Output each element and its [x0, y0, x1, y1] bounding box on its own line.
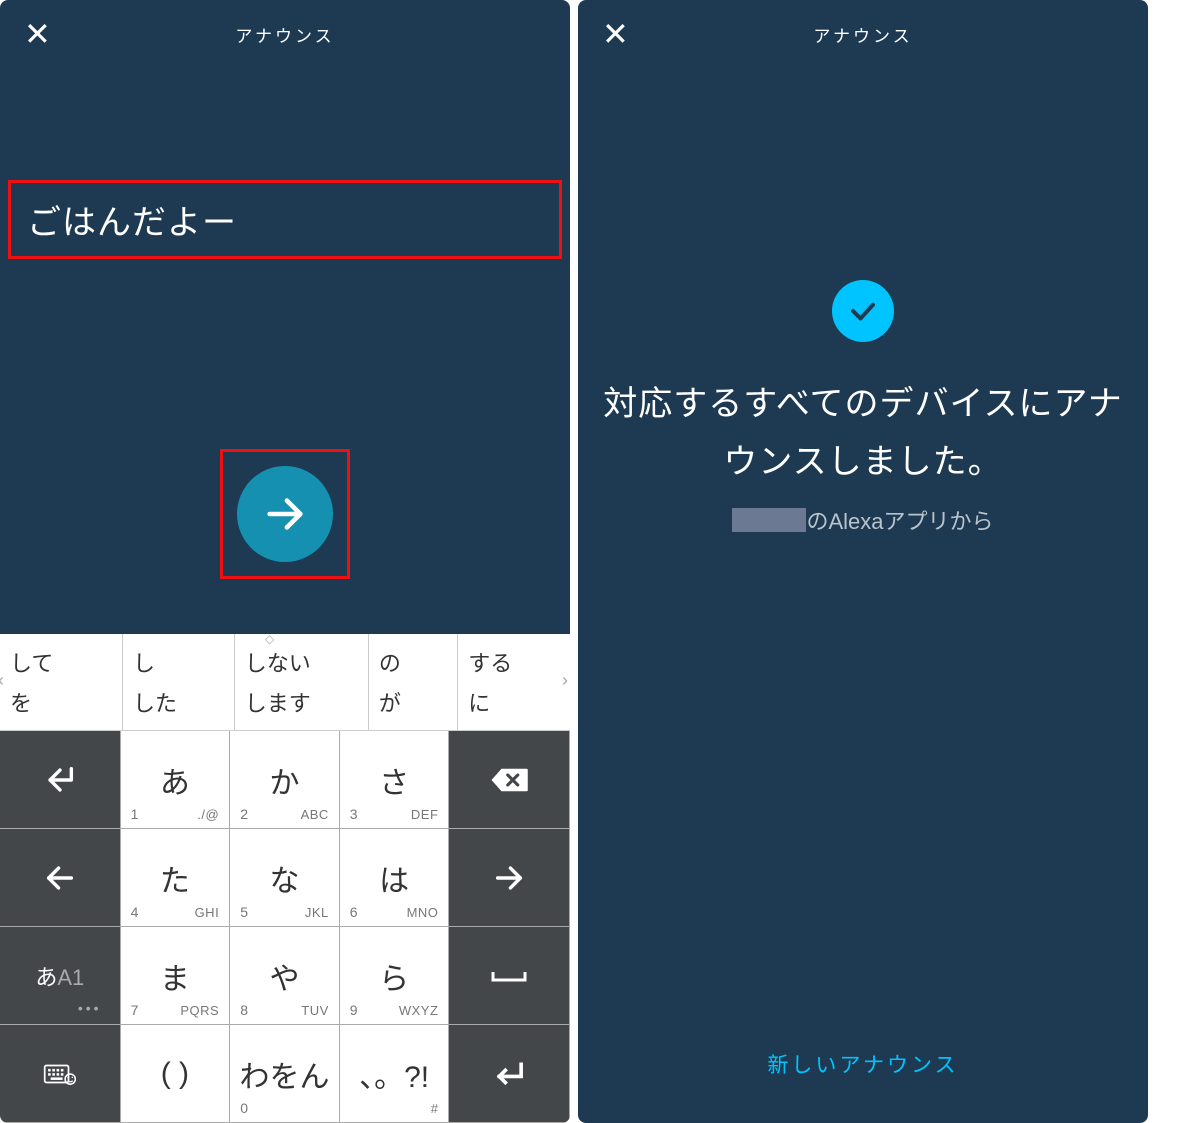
key-ma[interactable]: ま7PQRS [121, 927, 231, 1025]
undo-key[interactable] [0, 731, 121, 829]
confirmation-screen: ✕ アナウンス 対応するすべてのデバイスにアナウンスしました。 のAlexaアプ… [578, 0, 1148, 1123]
header-title: アナウンス [24, 22, 546, 47]
suggestion[interactable]: しないします [235, 634, 369, 730]
arrow-right-icon [492, 861, 526, 895]
announce-input-highlight: ごはんだよー [8, 180, 562, 259]
caret-icon: ◇ [265, 632, 274, 646]
key-wa[interactable]: わをん0 [230, 1025, 340, 1123]
header-title: アナウンス [602, 22, 1124, 47]
new-announce-link[interactable]: 新しいアナウンス [767, 1049, 958, 1079]
check-icon [848, 296, 878, 326]
keyboard-emoji-icon [43, 1057, 77, 1091]
key-na[interactable]: な5JKL [230, 829, 340, 927]
enter-icon [492, 1057, 526, 1091]
suggestion-bar: ◇ してを しした しないします のが するに [0, 634, 570, 731]
backspace-icon [488, 765, 530, 795]
close-button[interactable]: ✕ [602, 18, 638, 50]
key-ta[interactable]: た4GHI [121, 829, 231, 927]
header: ✕ アナウンス [578, 0, 1148, 60]
undo-icon [43, 763, 77, 797]
key-ka[interactable]: か2ABC [230, 731, 340, 829]
input-mode-key[interactable]: あA1••• [0, 927, 121, 1025]
keyboard: ◇ してを しした しないします のが するに あ1./@ か2ABC さ3DE… [0, 634, 570, 1123]
space-icon [489, 964, 529, 988]
backspace-key[interactable] [449, 731, 570, 829]
key-ra[interactable]: ら9WXYZ [340, 927, 450, 1025]
key-ha[interactable]: は6MNO [340, 829, 450, 927]
send-button-highlight [220, 449, 350, 579]
arrow-left-icon [43, 861, 77, 895]
left-arrow-key[interactable] [0, 829, 121, 927]
success-check-icon [832, 280, 894, 342]
key-punct[interactable]: 、。?!# [340, 1025, 450, 1123]
suggestion[interactable]: のが [369, 634, 458, 730]
key-ya[interactable]: や8TUV [230, 927, 340, 1025]
send-button[interactable] [237, 466, 333, 562]
arrow-right-icon [262, 491, 308, 537]
key-sa[interactable]: さ3DEF [340, 731, 450, 829]
right-arrow-key[interactable] [449, 829, 570, 927]
compose-screen: ✕ アナウンス ごはんだよー ◇ してを しした しないします のが するに あ… [0, 0, 570, 1123]
close-button[interactable]: ✕ [24, 18, 60, 50]
redacted-name [732, 508, 806, 532]
success-message: 対応するすべてのデバイスにアナウンスしました。 [588, 376, 1138, 492]
key-a[interactable]: あ1./@ [121, 731, 231, 829]
suggestion[interactable]: してを [0, 634, 123, 730]
source-text: のAlexaアプリから [732, 504, 993, 536]
suggestion[interactable]: しした [123, 634, 235, 730]
keyboard-switch-key[interactable] [0, 1025, 121, 1123]
enter-key[interactable] [449, 1025, 570, 1123]
announce-input[interactable]: ごはんだよー [27, 195, 543, 244]
key-paren[interactable]: ( ) [121, 1025, 231, 1123]
header: ✕ アナウンス [0, 0, 570, 60]
space-key[interactable] [449, 927, 570, 1025]
suggestion[interactable]: するに [458, 634, 570, 730]
